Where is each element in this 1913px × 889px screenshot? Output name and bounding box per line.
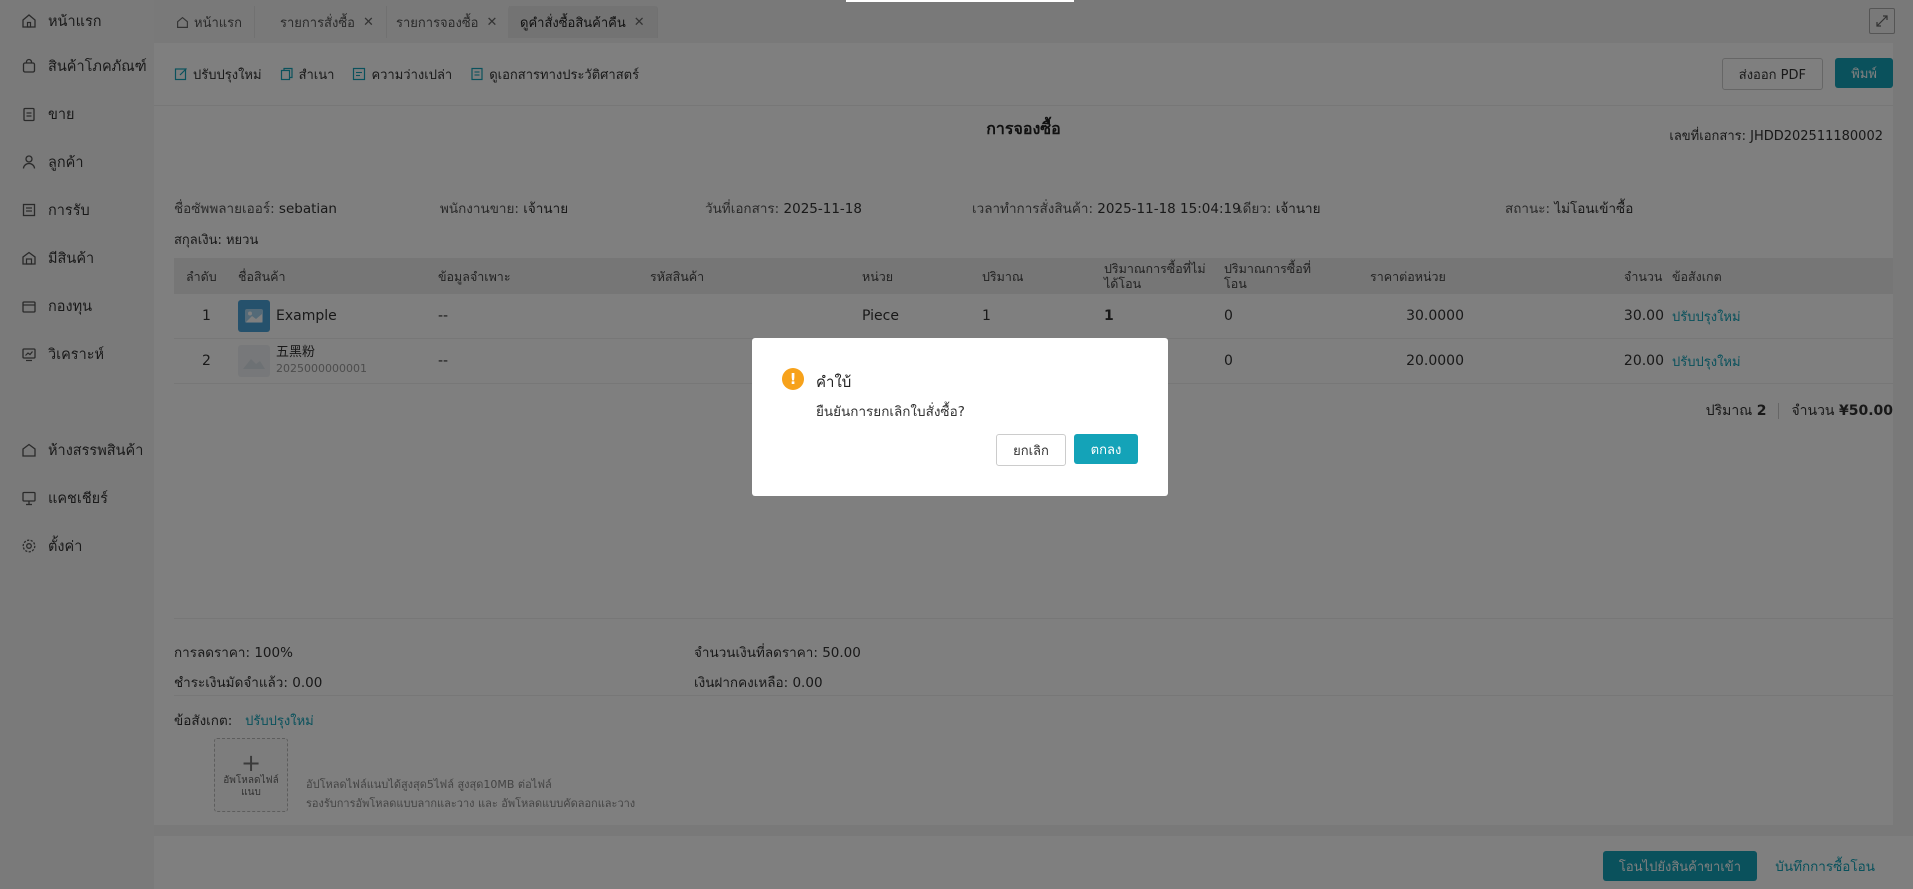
dialog-message: ยืนยันการยกเลิกใบสั่งซื้อ? (816, 404, 965, 420)
top-strip (846, 0, 1074, 2)
ok-button[interactable]: ตกลง (1074, 434, 1138, 464)
app-root: หน้าแรก สินค้าโภคภัณฑ์ ขาย ลูกค้า การรับ… (0, 0, 1913, 889)
cancel-button[interactable]: ยกเลิก (996, 434, 1066, 466)
dialog-title: คำใบ้ (816, 373, 852, 391)
warning-icon: ! (782, 368, 804, 390)
confirm-dialog: ! คำใบ้ ยืนยันการยกเลิกใบสั่งซื้อ? ยกเลิ… (752, 338, 1168, 496)
